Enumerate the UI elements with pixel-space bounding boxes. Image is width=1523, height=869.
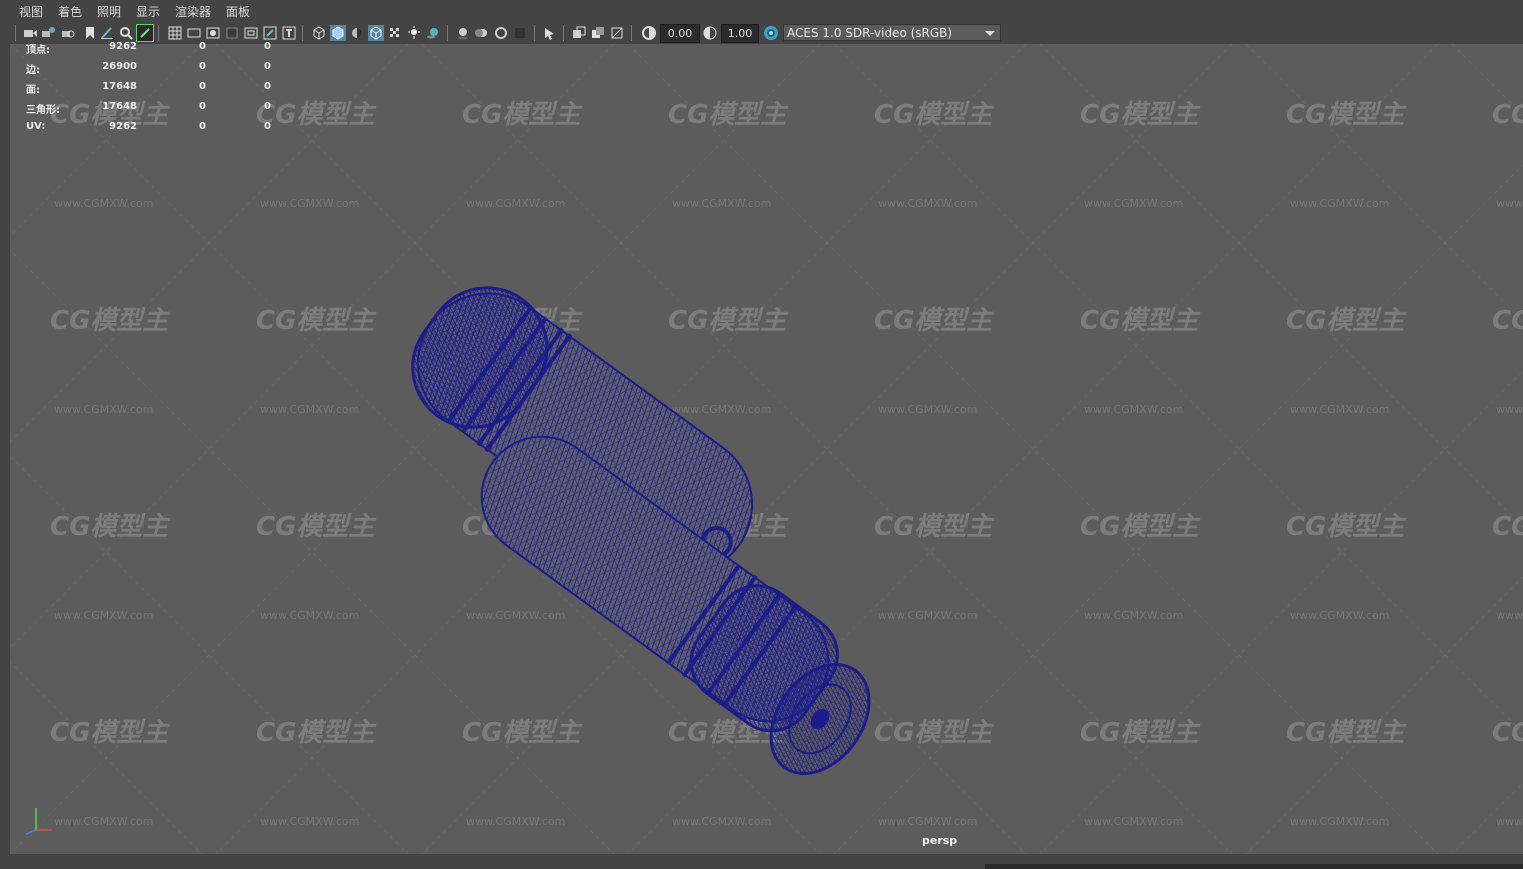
lights-icon[interactable] — [406, 25, 422, 41]
panel-toolbar: 0.00 1.00 — [0, 22, 1523, 45]
backface-culling-icon[interactable] — [609, 25, 625, 41]
grease-pencil-active-icon[interactable] — [136, 24, 154, 42]
screen-space-ao-icon[interactable] — [455, 25, 471, 41]
hud-v2: 0 — [199, 41, 206, 52]
camera-attributes-icon[interactable] — [40, 25, 56, 41]
safe-action-icon[interactable] — [262, 25, 278, 41]
chevron-down-icon — [985, 31, 995, 36]
hud-label: 边: — [26, 65, 40, 76]
viewport-3d[interactable]: CG模型主 www.CGMXW.com CG模型主 www.CGMXW.com CG模型… — [10, 44, 1523, 854]
hud-v2: 0 — [199, 101, 206, 112]
menu-show[interactable]: 显示 — [136, 3, 160, 20]
toolbar-separator — [158, 25, 159, 41]
anti-aliasing-icon[interactable] — [493, 25, 509, 41]
color-space-dropdown[interactable]: ACES 1.0 SDR-video (sRGB) — [783, 24, 1001, 41]
gamma-icon[interactable] — [702, 25, 718, 41]
safe-title-icon[interactable] — [281, 25, 297, 41]
menu-view[interactable]: 视图 — [19, 3, 43, 20]
camera-label: persp — [922, 834, 958, 847]
hud-v2: 0 — [199, 61, 206, 72]
toolbar-separator — [15, 25, 16, 41]
bookmark-camera-icon[interactable] — [60, 25, 76, 41]
bookmark-icon[interactable] — [82, 25, 98, 41]
hud-v3: 0 — [264, 121, 271, 132]
toolbar-separator — [631, 25, 632, 41]
menu-lighting[interactable]: 照明 — [97, 3, 121, 20]
xray-joints-icon[interactable] — [590, 25, 606, 41]
hud-v1: 26900 — [102, 61, 137, 72]
wireframe-mesh — [411, 286, 871, 775]
hud-v2: 0 — [199, 81, 206, 92]
bottom-scrollbar[interactable] — [985, 864, 1523, 869]
xray-icon[interactable] — [571, 25, 587, 41]
toolbar-separator — [563, 25, 564, 41]
textured-icon[interactable] — [387, 25, 403, 41]
field-chart-icon[interactable] — [243, 25, 259, 41]
hud-label: 三角形: — [26, 105, 60, 116]
toolbar-separator — [447, 25, 448, 41]
smooth-shade-icon[interactable] — [330, 25, 346, 41]
hud-label: UV: — [26, 121, 46, 132]
toolbar-separator — [534, 25, 535, 41]
gate-mask-icon[interactable] — [224, 25, 240, 41]
menu-bar: 视图 着色 照明 显示 渲染器 面板 — [0, 0, 1523, 22]
grease-pencil-icon[interactable] — [99, 25, 115, 41]
depth-of-field-icon[interactable] — [512, 25, 528, 41]
2d-pan-zoom-icon[interactable] — [118, 25, 134, 41]
wireframe-on-shaded-icon[interactable] — [368, 25, 384, 41]
isolate-select-icon[interactable] — [542, 25, 558, 41]
film-gate-icon[interactable] — [186, 25, 202, 41]
motion-blur-icon[interactable] — [474, 25, 490, 41]
resolution-gate-icon[interactable] — [205, 25, 221, 41]
hud-label: 顶点: — [26, 45, 50, 56]
hud-v1: 9262 — [109, 121, 137, 132]
exposure-field[interactable]: 0.00 — [660, 24, 700, 43]
select-camera-icon[interactable] — [22, 25, 38, 41]
hud-v2: 0 — [199, 121, 206, 132]
menu-panels[interactable]: 面板 — [226, 3, 250, 20]
hud-v1: 17648 — [102, 81, 137, 92]
color-space-label: ACES 1.0 SDR-video (sRGB) — [787, 26, 953, 40]
toolbar-separator — [302, 25, 303, 41]
axis-gizmo-icon — [25, 808, 52, 835]
hud-label: 面: — [26, 85, 40, 96]
grid-icon[interactable] — [167, 25, 183, 41]
menu-shading[interactable]: 着色 — [58, 3, 82, 20]
hud-v1: 17648 — [102, 101, 137, 112]
left-frame — [0, 44, 10, 869]
hud-v3: 0 — [264, 61, 271, 72]
menu-renderer[interactable]: 渲染器 — [175, 3, 211, 20]
default-material-icon[interactable] — [349, 25, 365, 41]
hud-v3: 0 — [264, 81, 271, 92]
color-management-icon[interactable] — [763, 25, 779, 41]
hud-v3: 0 — [264, 41, 271, 52]
exposure-icon[interactable] — [641, 25, 657, 41]
gamma-field[interactable]: 1.00 — [721, 24, 759, 43]
wireframe-icon[interactable] — [311, 25, 327, 41]
shadows-icon[interactable] — [425, 25, 441, 41]
hud-v3: 0 — [264, 101, 271, 112]
hud-v1: 9262 — [109, 41, 137, 52]
